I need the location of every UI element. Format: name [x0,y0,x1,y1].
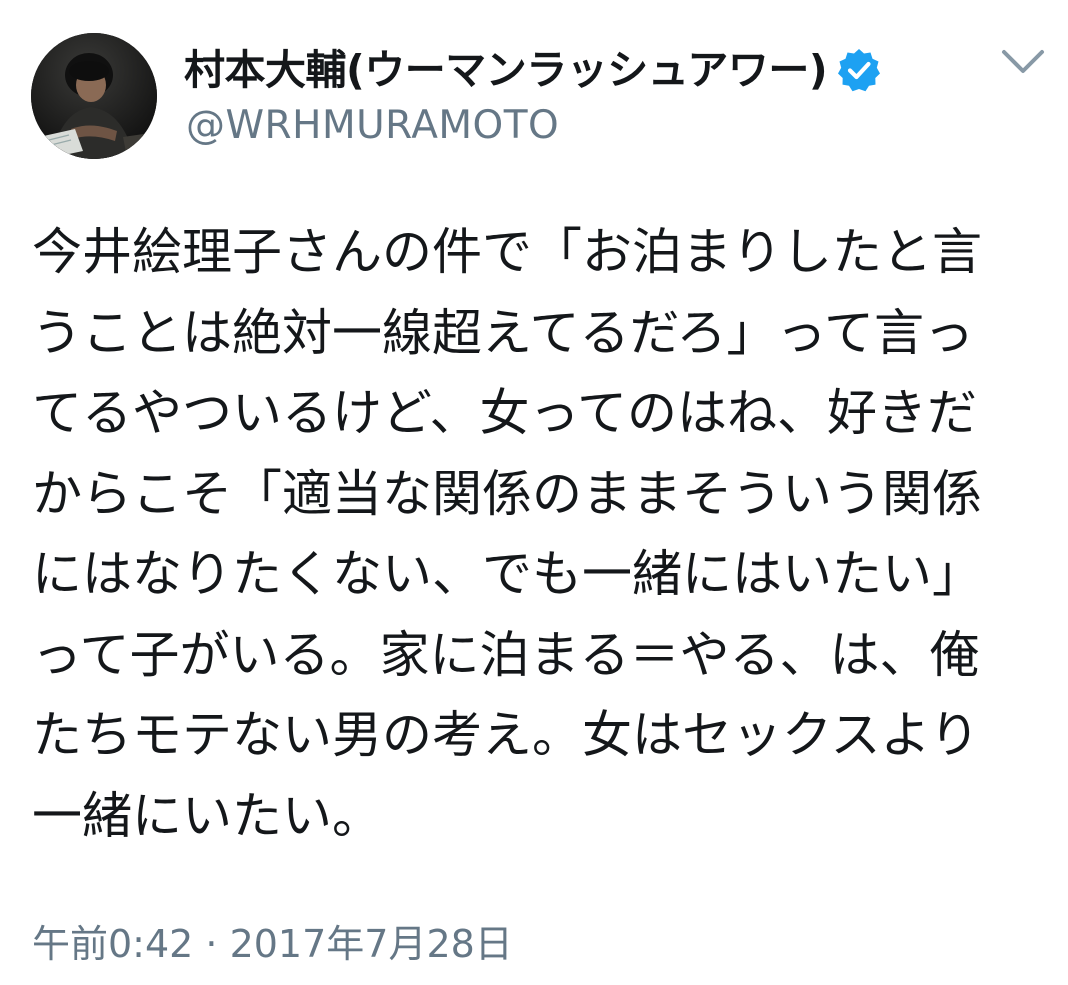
tweet-card: 村本大輔(ウーマンラッシュアワー) @WRHMURAMOTO 今井絵理子さんの件… [0,0,1068,985]
tweet-text-line: たちモテない男の考え。女はセックスより [32,706,980,764]
tweet-text-line: にはなりたくない、でも一緒にはいたい」 [32,545,982,603]
verified-badge-icon [835,46,883,94]
author-display-name[interactable]: 村本大輔(ウーマンラッシュアワー) [184,44,828,96]
chevron-down-icon[interactable] [998,42,1048,82]
avatar[interactable] [31,33,157,159]
tweet-text-line: って子がいる。家に泊まる＝やる、は、俺 [32,625,980,684]
tweet-text-line: てるやついるけど、女ってのはね、好きだ [32,384,977,442]
tweet-text-line: 一緒にいたい。 [32,786,382,845]
author-handle[interactable]: @WRHMURAMOTO [186,100,559,152]
tweet-text-line: 今井絵理子さんの件で「お泊まりしたと言 [32,223,982,281]
author-name-row[interactable]: 村本大輔(ウーマンラッシュアワー) [184,44,883,96]
tweet-text-line: うことは絶対一線超えてるだろ」って言っ [32,303,974,362]
tweet-text-line: からこそ「適当な関係のままそういう関係 [32,464,982,523]
tweet-text: 今井絵理子さんの件で「お泊まりしたと言 うことは絶対一線超えてるだろ」って言っ … [32,212,1062,856]
tweet-timestamp[interactable]: 午前0:42 · 2017年7月28日 [32,918,513,970]
